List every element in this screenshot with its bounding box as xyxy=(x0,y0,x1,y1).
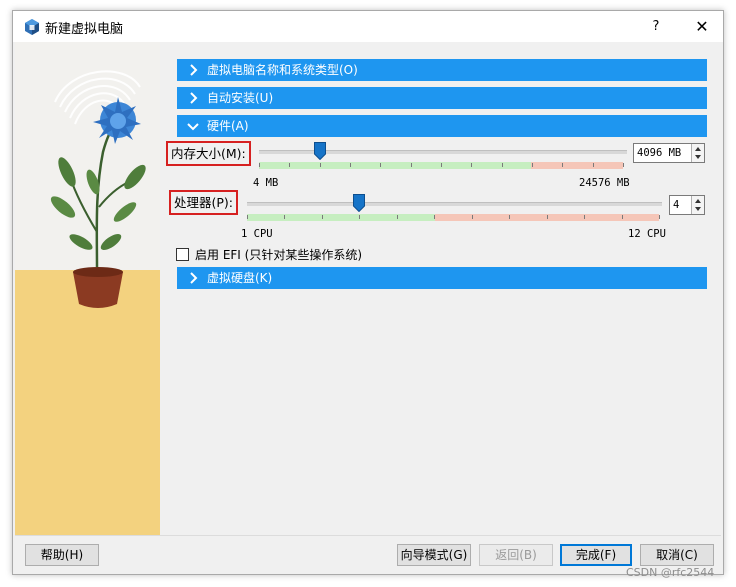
chevron-right-icon xyxy=(190,92,198,104)
back-button[interactable]: 返回(B) xyxy=(479,544,553,566)
slider-tick xyxy=(289,163,291,167)
processor-value: 4 xyxy=(673,199,680,211)
slider-tick xyxy=(441,163,442,167)
memory-label-text: 内存大小(M): xyxy=(171,146,246,161)
section-unattended-install[interactable]: 自动安装(U) xyxy=(177,87,707,109)
slider-tick xyxy=(509,215,511,219)
processor-label-text: 处理器(P): xyxy=(174,195,234,210)
slider-tick xyxy=(396,215,398,219)
slider-tick xyxy=(410,163,412,167)
title-close-button[interactable]: ✕ xyxy=(687,14,717,40)
processor-slider-groove xyxy=(247,202,662,206)
slider-tick xyxy=(501,163,503,167)
efi-checkbox[interactable] xyxy=(176,248,189,261)
footer-separator xyxy=(15,535,721,536)
memory-slider-thumb[interactable] xyxy=(313,142,326,160)
slider-tick xyxy=(319,163,321,167)
csdn-watermark: CSDN @rfc2544 xyxy=(626,566,715,579)
spin-up-icon[interactable] xyxy=(695,147,701,151)
efi-checkbox-label[interactable]: 启用 EFI (只针对某些操作系统) xyxy=(195,246,362,263)
memory-value: 4096 MB xyxy=(637,147,682,159)
slider-tick xyxy=(623,163,624,167)
slider-tick xyxy=(321,215,323,219)
finish-button[interactable]: 完成(F) xyxy=(560,544,632,566)
section-label: 硬件(A) xyxy=(207,119,249,133)
chevron-down-icon xyxy=(187,123,199,131)
slider-tick xyxy=(359,215,361,219)
help-button[interactable]: 帮助(H) xyxy=(25,544,99,566)
slider-tick xyxy=(471,163,473,167)
section-label: 虚拟电脑名称和系统类型(O) xyxy=(207,63,358,77)
section-name-and-os[interactable]: 虚拟电脑名称和系统类型(O) xyxy=(177,59,707,81)
plant-illustration xyxy=(15,42,160,535)
section-label: 自动安装(U) xyxy=(207,91,274,105)
chevron-right-icon xyxy=(190,64,198,76)
slider-tick xyxy=(380,163,382,167)
window-title: 新建虚拟电脑 xyxy=(45,22,124,37)
memory-size-spinbox[interactable]: 4096 MB xyxy=(633,143,705,163)
processor-min-label: 1 CPU xyxy=(241,228,273,240)
section-virtual-hard-disk[interactable]: 虚拟硬盘(K) xyxy=(177,267,707,289)
spin-down-icon[interactable] xyxy=(695,207,701,211)
slider-tick xyxy=(584,215,586,219)
new-vm-dialog: 新建虚拟电脑 ? ✕ 虚拟电脑名称和系统类型(O) 自动安装(U) 硬件(A) … xyxy=(12,10,724,575)
chevron-right-icon xyxy=(190,272,198,284)
slider-tick xyxy=(562,163,564,167)
processor-max-label: 12 CPU xyxy=(628,228,666,240)
memory-spin-arrows[interactable] xyxy=(691,144,704,162)
processor-zone-recommended xyxy=(247,214,435,221)
memory-zone-recommended xyxy=(259,162,531,169)
guided-mode-button[interactable]: 向导模式(G) xyxy=(397,544,471,566)
slider-tick xyxy=(546,215,548,219)
memory-min-label: 4 MB xyxy=(253,177,279,189)
spin-down-icon[interactable] xyxy=(695,155,701,159)
spin-up-icon[interactable] xyxy=(695,199,701,203)
slider-tick xyxy=(434,215,436,219)
slider-tick xyxy=(532,163,533,167)
memory-zone-excessive xyxy=(531,162,623,169)
memory-size-label: 内存大小(M): xyxy=(166,141,251,166)
slider-tick xyxy=(621,215,623,219)
slider-tick xyxy=(471,215,473,219)
processor-label: 处理器(P): xyxy=(169,190,239,215)
slider-tick xyxy=(350,163,351,167)
processor-count-spinbox[interactable]: 4 xyxy=(669,195,705,215)
cancel-button[interactable]: 取消(C) xyxy=(640,544,714,566)
processor-slider-thumb[interactable] xyxy=(353,194,366,212)
title-bar: 新建虚拟电脑 ? ✕ xyxy=(13,11,723,42)
slider-tick xyxy=(259,163,260,167)
virtualbox-app-icon xyxy=(25,19,39,35)
memory-max-label: 24576 MB xyxy=(579,177,630,189)
slider-tick xyxy=(247,215,248,219)
slider-tick xyxy=(284,215,286,219)
section-label: 虚拟硬盘(K) xyxy=(207,271,273,285)
slider-tick xyxy=(659,215,660,219)
section-hardware[interactable]: 硬件(A) xyxy=(177,115,707,137)
title-help-button[interactable]: ? xyxy=(641,14,671,40)
slider-tick xyxy=(592,163,594,167)
processor-spin-arrows[interactable] xyxy=(691,196,704,214)
